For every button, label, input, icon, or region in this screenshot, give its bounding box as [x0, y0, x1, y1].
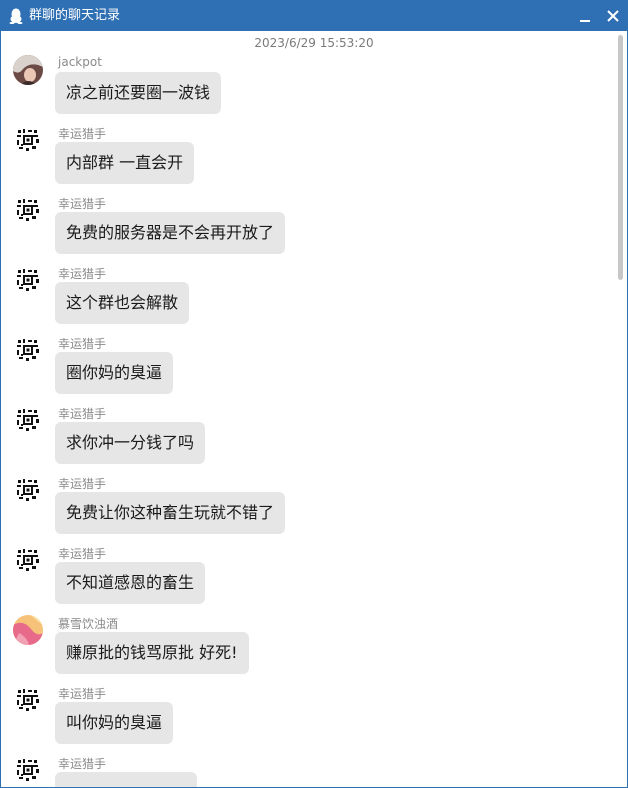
qr-avatar[interactable]: [13, 405, 43, 435]
chat-message: 幸运猎手 免费让你这种畜生玩就不错了: [1, 475, 611, 545]
chat-message: 幸运猎手 求你冲一分钱了吗: [1, 405, 611, 475]
sender-name: 幸运猎手: [58, 477, 107, 491]
qq-penguin-icon: [9, 8, 23, 24]
chat-message: 慕雪饮浊酒 赚原批的钱骂原批 好死!: [1, 615, 611, 685]
window-title: 群聊的聊天记录: [29, 8, 121, 23]
chat-message: 幸运猎手: [1, 755, 611, 787]
scrollbar-thumb[interactable]: [618, 35, 623, 280]
sender-name: 幸运猎手: [58, 267, 107, 281]
message-bubble[interactable]: 赚原批的钱骂原批 好死!: [55, 632, 249, 674]
sender-name: 幸运猎手: [58, 547, 107, 561]
qr-avatar[interactable]: [13, 265, 43, 295]
message-bubble[interactable]: 不知道感恩的畜生: [55, 562, 206, 604]
chat-history-window: 群聊的聊天记录 2023/6/29 15:53:20 jackpot 凉之前还要…: [0, 0, 628, 788]
sender-name: 慕雪饮浊酒: [58, 617, 119, 631]
qr-avatar[interactable]: [13, 475, 43, 505]
qr-avatar[interactable]: [13, 125, 43, 155]
sender-name: 幸运猎手: [58, 757, 107, 771]
message-bubble[interactable]: 免费让你这种畜生玩就不错了: [55, 492, 286, 534]
chat-message: 幸运猎手 内部群 一直会开: [1, 125, 611, 195]
close-icon: [607, 10, 619, 22]
qr-avatar[interactable]: [13, 685, 43, 715]
character-avatar[interactable]: [13, 55, 43, 85]
chat-message: jackpot 凉之前还要圈一波钱: [1, 55, 611, 125]
qr-avatar[interactable]: [13, 195, 43, 225]
chat-message: 幸运猎手 不知道感恩的畜生: [1, 545, 611, 615]
chat-message: 幸运猎手 叫你妈的臭逼: [1, 685, 611, 755]
sender-name: jackpot: [58, 55, 102, 69]
minimize-icon: [580, 20, 590, 22]
sender-name: 幸运猎手: [58, 127, 107, 141]
title-bar[interactable]: 群聊的聊天记录: [1, 1, 627, 31]
message-bubble[interactable]: 免费的服务器是不会再开放了: [55, 212, 286, 254]
sender-name: 幸运猎手: [58, 337, 107, 351]
chat-message: 幸运猎手 免费的服务器是不会再开放了: [1, 195, 611, 265]
message-bubble[interactable]: 求你冲一分钱了吗: [55, 422, 206, 464]
qr-avatar[interactable]: [13, 545, 43, 575]
minimize-button[interactable]: [573, 4, 597, 28]
chat-message: 幸运猎手 这个群也会解散: [1, 265, 611, 335]
message-bubble[interactable]: 内部群 一直会开: [55, 142, 195, 184]
qr-avatar[interactable]: [13, 335, 43, 365]
message-list[interactable]: 2023/6/29 15:53:20 jackpot 凉之前还要圈一波钱 幸运猎…: [1, 31, 627, 787]
message-bubble[interactable]: [55, 772, 197, 787]
message-bubble[interactable]: 这个群也会解散: [55, 282, 190, 324]
sender-name: 幸运猎手: [58, 407, 107, 421]
message-bubble[interactable]: 凉之前还要圈一波钱: [55, 72, 222, 114]
message-bubble[interactable]: 叫你妈的臭逼: [55, 702, 174, 744]
vertical-scrollbar[interactable]: [613, 31, 627, 787]
close-button[interactable]: [601, 4, 625, 28]
sender-name: 幸运猎手: [58, 197, 107, 211]
message-timestamp: 2023/6/29 15:53:20: [254, 36, 374, 50]
qr-avatar[interactable]: [13, 755, 43, 785]
sender-name: 幸运猎手: [58, 687, 107, 701]
chat-message: 幸运猎手 圈你妈的臭逼: [1, 335, 611, 405]
message-bubble[interactable]: 圈你妈的臭逼: [55, 352, 174, 394]
pink-avatar[interactable]: [13, 615, 43, 645]
